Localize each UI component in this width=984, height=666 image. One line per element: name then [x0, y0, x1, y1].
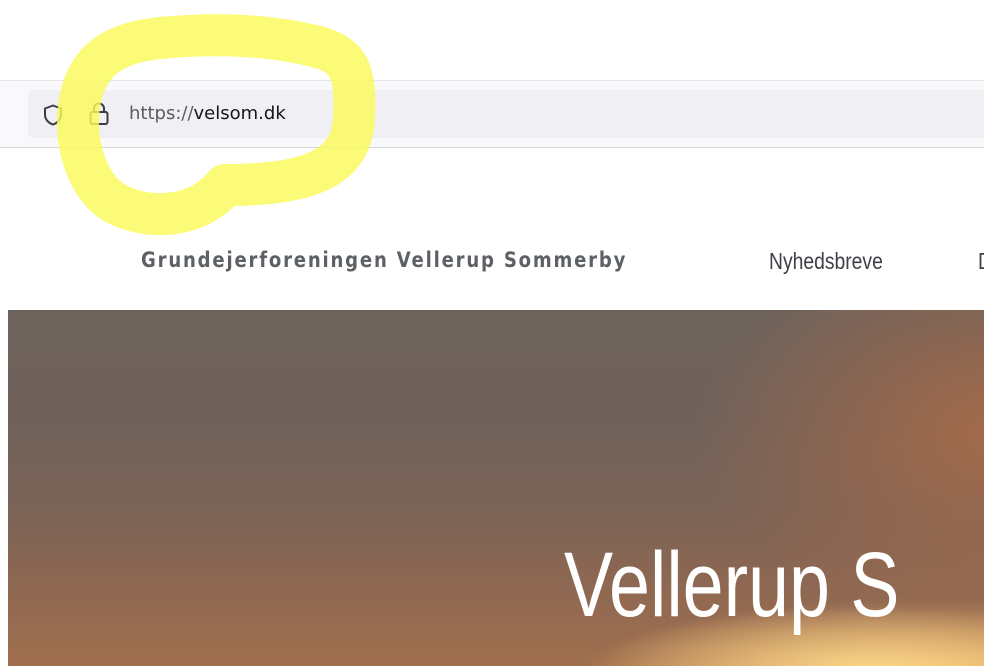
lock-icon[interactable] — [87, 101, 111, 127]
url-host: velsom.dk — [193, 103, 286, 124]
browser-toolbar: https://velsom.dk — [0, 80, 984, 148]
address-bar[interactable]: https://velsom.dk — [28, 90, 984, 138]
shield-icon[interactable] — [41, 103, 65, 127]
top-blank-area — [0, 0, 984, 80]
url-field[interactable]: https://velsom.dk — [129, 103, 286, 125]
hero-banner: Vellerup S — [8, 310, 984, 666]
site-header: Grundejerforeningen Vellerup Sommerby Ny… — [0, 148, 984, 310]
nav-item-nyhedsbreve[interactable]: Nyhedsbreve — [769, 248, 883, 275]
nav-item-truncated[interactable]: D — [978, 248, 984, 275]
site-title[interactable]: Grundejerforeningen Vellerup Sommerby — [141, 248, 627, 272]
hero-title: Vellerup S — [564, 534, 900, 636]
url-scheme: https:// — [129, 103, 194, 124]
